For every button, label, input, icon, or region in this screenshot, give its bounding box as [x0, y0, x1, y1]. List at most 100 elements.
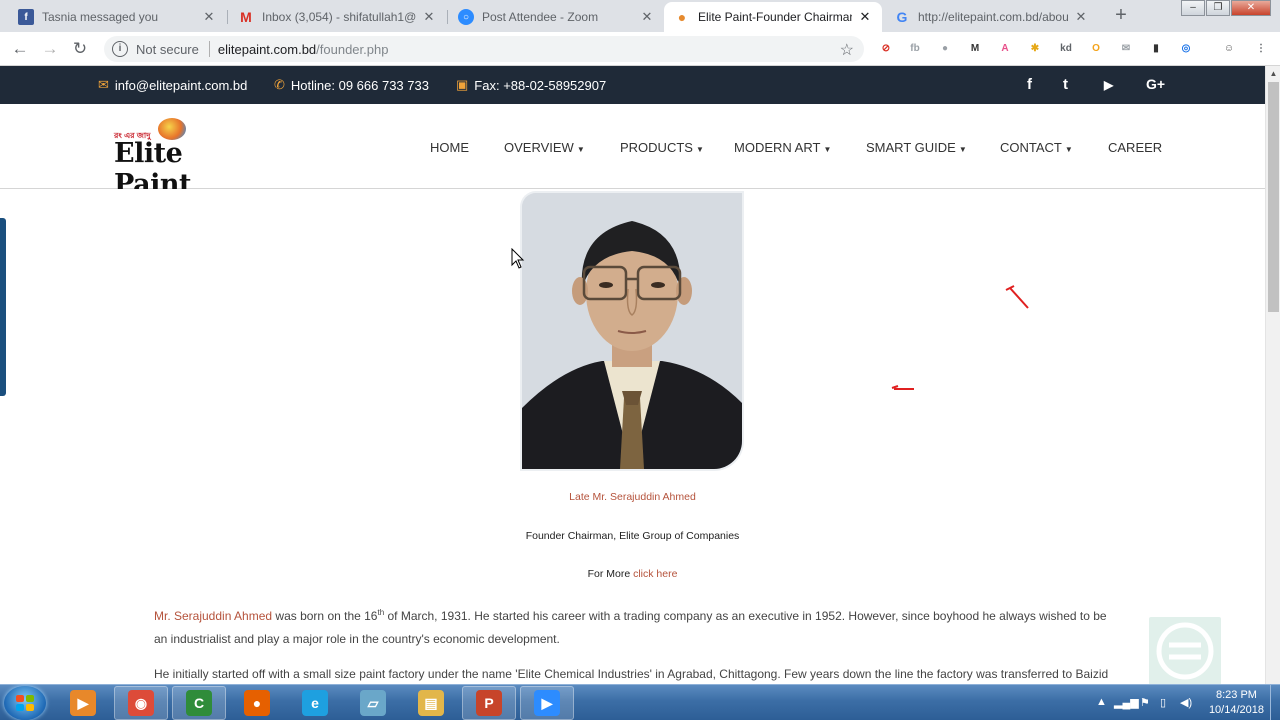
close-window-button[interactable]: ✕ [1231, 0, 1271, 16]
power-icon[interactable]: ▯ [1160, 696, 1166, 709]
gmail-favicon-icon: M [240, 9, 252, 25]
site-info-icon[interactable]: i [112, 41, 128, 57]
powerpoint-icon: P [476, 690, 502, 716]
vpn-extension-icon[interactable]: ◎ [1178, 41, 1194, 57]
tab-title: http://elitepaint.com.bd/about [918, 10, 1068, 24]
maximize-button[interactable]: ❐ [1206, 0, 1230, 16]
taskbar-file-explorer[interactable]: ▤ [404, 686, 458, 720]
close-tab-icon[interactable]: ✕ [202, 9, 216, 25]
bookmark-star-icon[interactable]: ☆ [840, 40, 854, 60]
forward-button[interactable]: → [39, 38, 61, 60]
taskbar-media-player[interactable]: ▶ [56, 686, 110, 720]
key-extension-icon[interactable]: O [1088, 41, 1104, 57]
reload-button[interactable]: ↻ [69, 38, 91, 60]
close-tab-icon[interactable]: ✕ [640, 9, 654, 25]
nav-label: MODERN ART [734, 140, 821, 155]
red-pen-annotation [1005, 285, 1029, 309]
nav-home[interactable]: HOME [430, 140, 469, 155]
nav-overview[interactable]: OVERVIEW ▼ [504, 140, 585, 155]
windows-taskbar: ▶ ◉ C ● e ▱ ▤ P ▶ ▲ ▂▄▆ ⚑ ▯ ◀) 8:23 PM 10/14/201… [0, 684, 1280, 720]
taskbar-zoom[interactable]: ▶ [520, 686, 574, 720]
url-host: elitepaint.com.bd [217, 41, 317, 57]
taskbar-firefox[interactable]: ● [230, 686, 284, 720]
twitter-icon[interactable]: t [1063, 76, 1068, 93]
file-explorer-icon: ▤ [418, 690, 444, 716]
minimize-button[interactable]: – [1181, 0, 1205, 16]
nav-contact[interactable]: CONTACT ▼ [1000, 140, 1073, 155]
caret-down-icon: ▼ [823, 145, 832, 154]
for-more-line: For More click here [0, 568, 1265, 580]
close-tab-icon[interactable]: ✕ [1074, 9, 1088, 25]
browser-menu-icon[interactable]: ⋮ [1253, 41, 1269, 57]
nav-career[interactable]: CAREER [1108, 140, 1162, 155]
taskbar-camtasia[interactable]: C [172, 686, 226, 720]
side-feedback-tab[interactable] [0, 218, 6, 396]
caret-down-icon: ▼ [1064, 145, 1073, 154]
taskbar-chrome[interactable]: ◉ [114, 686, 168, 720]
contact-fax-text: Fax: +88-02-58952907 [474, 77, 607, 93]
elite-paint-logo[interactable]: রং এর জাদু Elite Paint [114, 116, 246, 200]
nav-modern-art[interactable]: MODERN ART ▼ [734, 140, 831, 155]
notes-icon: ▱ [360, 690, 386, 716]
tab-zoom[interactable]: ○ Post Attendee - Zoom ✕ [448, 2, 664, 32]
mendeley-icon[interactable]: M [967, 41, 983, 57]
nav-label: HOME [430, 140, 469, 155]
new-tab-button[interactable]: + [1110, 4, 1132, 26]
tab-elite-paint-about[interactable]: G http://elitepaint.com.bd/about ✕ [884, 2, 1098, 32]
scroll-up-arrow-icon[interactable]: ▲ [1266, 66, 1280, 82]
adblock-icon[interactable]: ⊘ [878, 41, 894, 57]
kd-extension-icon[interactable]: kd [1058, 41, 1074, 57]
google-plus-icon[interactable]: G+ [1146, 76, 1165, 92]
volume-icon[interactable]: ◀) [1180, 696, 1192, 709]
not-secure-label: Not secure [136, 41, 199, 57]
taskbar-clock[interactable]: 8:23 PM 10/14/2018 [1209, 688, 1264, 718]
taskbar-powerpoint[interactable]: P [462, 686, 516, 720]
nav-products[interactable]: PRODUCTS ▼ [620, 140, 704, 155]
close-tab-icon[interactable]: ✕ [858, 9, 872, 25]
mail-extension-icon[interactable]: ✉ [1118, 41, 1134, 57]
for-more-label: For More [587, 568, 634, 580]
click-here-link[interactable]: click here [633, 568, 677, 580]
facebook-icon[interactable]: f [1027, 76, 1032, 93]
tab-facebook[interactable]: f Tasnia messaged you ✕ [8, 2, 226, 32]
back-button[interactable]: ← [9, 38, 31, 60]
sun-extension-icon[interactable]: ✱ [1027, 41, 1043, 57]
youtube-icon[interactable]: ▶ [1104, 78, 1113, 92]
mouse-extension-icon[interactable]: ▮ [1148, 41, 1164, 57]
camtasia-icon: C [186, 690, 212, 716]
circle-extension-icon[interactable]: ● [937, 41, 953, 57]
contact-email-text: info@elitepaint.com.bd [114, 77, 248, 93]
start-button[interactable] [4, 686, 46, 720]
address-bar[interactable]: i Not secure elitepaint.com.bd/founder.p… [104, 36, 864, 62]
founder-portrait [522, 193, 742, 469]
bio-name-link[interactable]: Mr. Serajuddin Ahmed [154, 609, 272, 623]
tab-gmail[interactable]: M Inbox (3,054) - shifatullah1@gm ✕ [228, 2, 446, 32]
page-scrollbar[interactable]: ▲ [1265, 66, 1280, 684]
google-favicon-icon: G [896, 9, 908, 25]
caret-down-icon: ▼ [958, 145, 967, 154]
close-tab-icon[interactable]: ✕ [422, 9, 436, 25]
nav-label: OVERVIEW [504, 140, 574, 155]
show-desktop-button[interactable] [1270, 685, 1280, 720]
red-pen-annotation [891, 385, 914, 390]
chrome-icon: ◉ [128, 690, 154, 716]
tab-elite-paint[interactable]: ● Elite Paint-Founder Chairman ✕ [664, 2, 882, 32]
profile-avatar-icon[interactable]: ☺ [1221, 41, 1237, 57]
clock-time: 8:23 PM [1215, 689, 1257, 701]
tray-expand-icon[interactable]: ▲ [1096, 696, 1107, 708]
nav-smart-guide[interactable]: SMART GUIDE ▼ [866, 140, 967, 155]
elite-paint-favicon-icon: ● [677, 9, 687, 25]
system-tray: ▲ ▂▄▆ ⚑ ▯ ◀) 8:23 PM 10/14/2018 [1080, 685, 1280, 720]
windows-logo-icon [16, 695, 34, 711]
taskbar-internet-explorer[interactable]: e [288, 686, 342, 720]
network-icon[interactable]: ▂▄▆ [1114, 696, 1139, 709]
taskbar-notes[interactable]: ▱ [346, 686, 400, 720]
internet-explorer-icon: e [302, 690, 328, 716]
paint-burst-icon [158, 118, 186, 140]
acrobat-icon[interactable]: A [997, 41, 1013, 57]
clock-date: 10/14/2018 [1208, 704, 1264, 716]
feedbro-icon[interactable]: fb [907, 41, 923, 57]
flag-icon[interactable]: ⚑ [1140, 696, 1150, 709]
contact-email[interactable]: ✉ info@elitepaint.com.bd [98, 77, 247, 93]
scroll-thumb[interactable] [1268, 82, 1279, 312]
